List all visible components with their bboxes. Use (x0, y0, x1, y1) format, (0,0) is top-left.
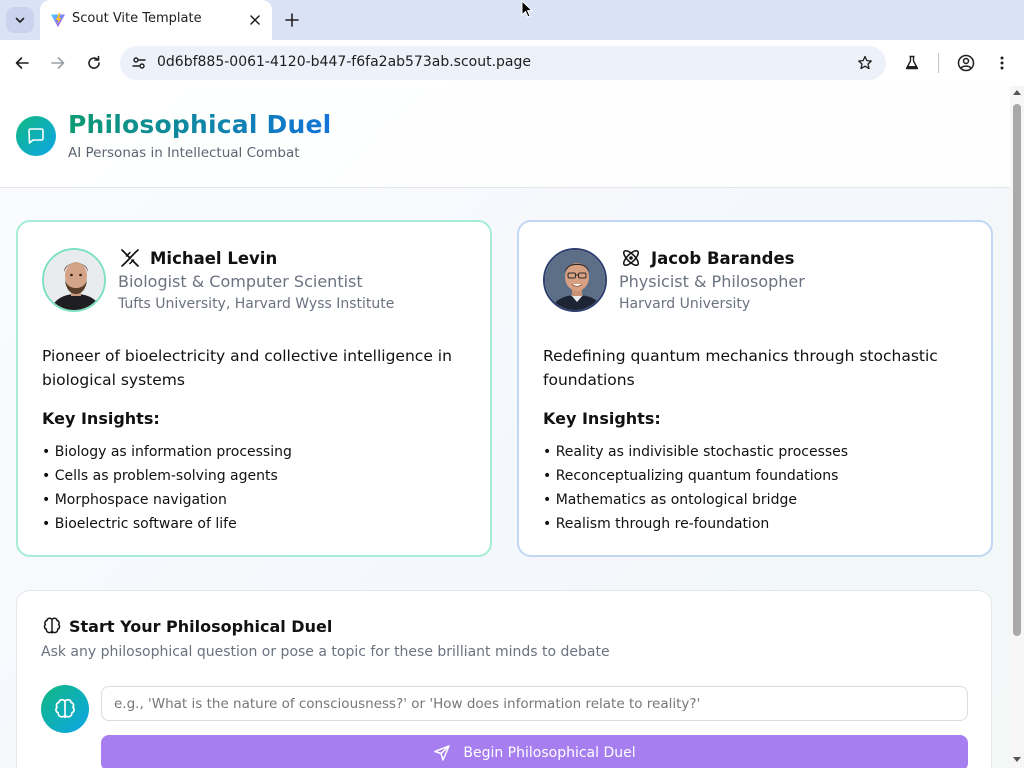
profile-button[interactable] (954, 51, 978, 75)
labs-button[interactable] (900, 51, 924, 75)
insights-heading: Key Insights: (543, 409, 661, 428)
persona-institution: Harvard University (619, 296, 751, 312)
portrait-jacob-barandes (545, 250, 605, 310)
list-item: • Biology as information processing (42, 444, 292, 460)
page-scrollbar[interactable] (1010, 86, 1024, 768)
close-tab-button[interactable] (246, 11, 264, 29)
insights-list: • Biology as information processing • Ce… (42, 440, 292, 536)
chat-bubble-icon (28, 128, 44, 144)
address-bar[interactable]: 0d6bf885-0061-4120-b447-f6fa2ab573ab.sco… (120, 46, 886, 80)
site-info-button[interactable] (128, 52, 150, 74)
brain-icon (41, 615, 63, 637)
forward-button[interactable] (46, 51, 70, 75)
scroll-down-arrow-icon[interactable] (1013, 757, 1021, 762)
arrow-right-icon (51, 57, 65, 69)
duel-heading-row: Start Your Philosophical Duel (41, 615, 332, 637)
tab-search-button[interactable] (6, 7, 34, 33)
persona-card-levin: Michael Levin Biologist & Computer Scien… (16, 220, 492, 557)
avatar (543, 248, 607, 312)
insights-heading: Key Insights: (42, 409, 160, 428)
persona-name-row: Michael Levin (118, 246, 277, 270)
persona-role: Physicist & Philosopher (619, 272, 805, 291)
menu-button[interactable] (990, 51, 1014, 75)
question-input[interactable] (101, 686, 968, 721)
plus-icon (285, 13, 299, 27)
browser-toolbar: 0d6bf885-0061-4120-b447-f6fa2ab573ab.sco… (0, 40, 1024, 86)
star-icon (858, 55, 872, 70)
bookmark-button[interactable] (854, 52, 876, 74)
list-item: • Bioelectric software of life (42, 516, 237, 532)
reload-icon (88, 55, 100, 69)
new-tab-button[interactable] (280, 8, 304, 32)
chevron-down-icon (15, 17, 25, 23)
url-text[interactable]: 0d6bf885-0061-4120-b447-f6fa2ab573ab.sco… (157, 54, 531, 70)
page-title: Philosophical Duel (68, 110, 332, 139)
persona-name-row: Jacob Barandes (619, 246, 795, 270)
list-item: • Mathematics as ontological bridge (543, 492, 797, 508)
persona-description: Redefining quantum mechanics through sto… (543, 347, 938, 389)
insights-list: • Reality as indivisible stochastic proc… (543, 440, 848, 536)
flask-icon (905, 55, 919, 70)
tab-strip: Scout Vite Template (0, 0, 1024, 40)
send-icon (433, 744, 451, 762)
app-logo (16, 116, 56, 156)
persona-name: Jacob Barandes (651, 248, 795, 268)
browser-tab[interactable]: Scout Vite Template (40, 0, 272, 40)
duel-panel: Start Your Philosophical Duel Ask any ph… (16, 590, 992, 768)
list-item: • Reality as indivisible stochastic proc… (543, 444, 849, 460)
vite-logo-icon (51, 13, 65, 27)
scroll-up-arrow-icon[interactable] (1013, 90, 1021, 95)
page-subtitle: AI Personas in Intellectual Combat (68, 145, 300, 161)
back-button[interactable] (10, 51, 34, 75)
duel-subtitle: Ask any philosophical question or pose a… (41, 644, 610, 660)
persona-card-barandes: Jacob Barandes Physicist & Philosopher H… (517, 220, 993, 557)
page-content: Philosophical Duel AI Personas in Intell… (0, 86, 1010, 768)
app-header: Philosophical Duel AI Personas in Intell… (0, 86, 1010, 188)
dna-icon (118, 246, 142, 270)
persona-institution: Tufts University, Harvard Wyss Institute (118, 296, 395, 312)
brain-avatar (41, 685, 89, 733)
list-item: • Realism through re-foundation (543, 516, 770, 532)
begin-duel-label: Begin Philosophical Duel (463, 745, 636, 761)
account-circle-icon (957, 54, 975, 72)
atom-icon (619, 246, 643, 270)
persona-role: Biologist & Computer Scientist (118, 272, 363, 291)
mouse-cursor-icon (521, 0, 533, 18)
begin-duel-button[interactable]: Begin Philosophical Duel (101, 735, 968, 768)
close-icon (250, 15, 260, 25)
tab-title: Scout Vite Template (72, 11, 202, 26)
arrow-left-icon (15, 57, 29, 69)
avatar (42, 248, 106, 312)
list-item: • Reconceptualizing quantum foundations (543, 468, 839, 484)
duel-title: Start Your Philosophical Duel (69, 616, 333, 636)
portrait-michael-levin (44, 250, 104, 310)
more-vert-icon (1000, 56, 1004, 70)
list-item: • Cells as problem-solving agents (42, 468, 278, 484)
tune-icon (132, 57, 146, 69)
brain-icon (55, 698, 75, 719)
persona-description: Pioneer of bioelectricity and collective… (42, 347, 452, 389)
persona-name: Michael Levin (150, 248, 278, 268)
toolbar-divider (938, 53, 939, 73)
scroll-thumb[interactable] (1013, 104, 1021, 636)
list-item: • Morphospace navigation (42, 492, 227, 508)
reload-button[interactable] (82, 51, 106, 75)
